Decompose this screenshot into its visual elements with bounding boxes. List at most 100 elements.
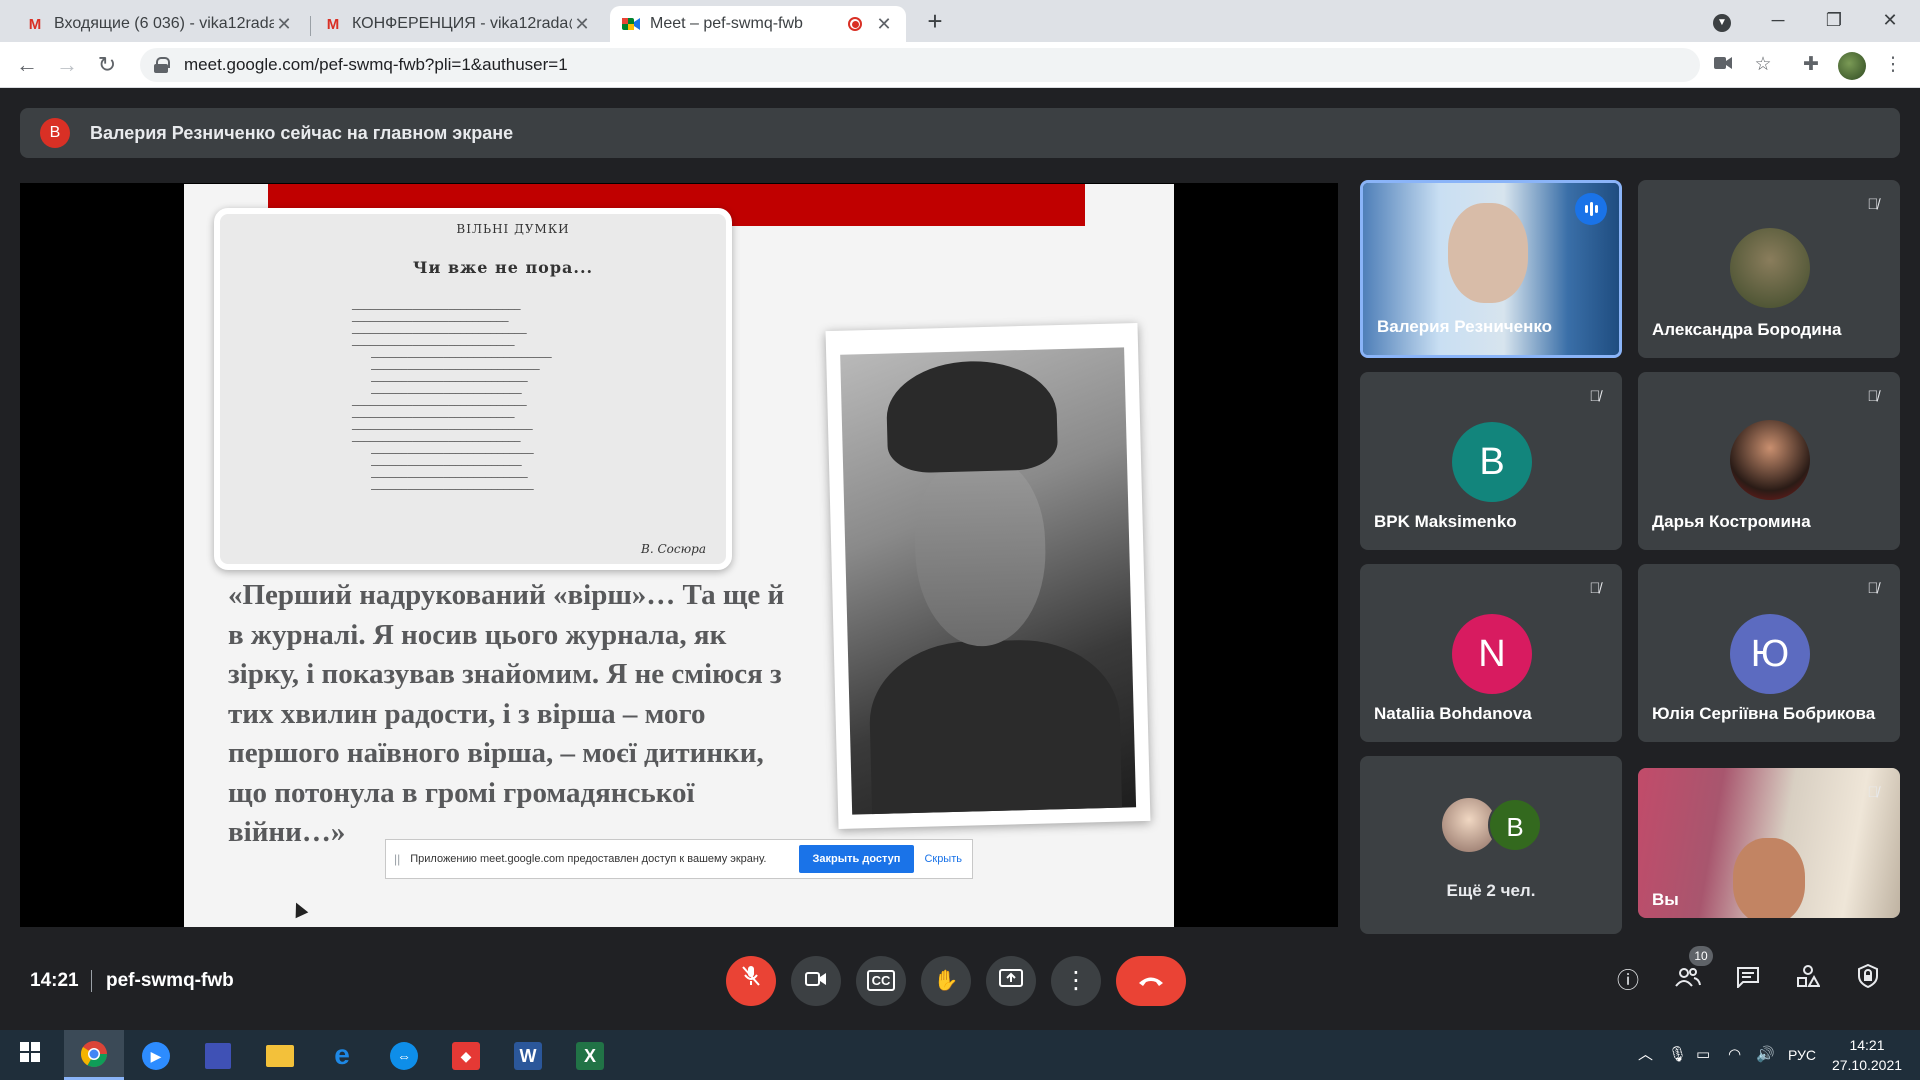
gmail-icon: M: [326, 15, 340, 33]
participant-name: Александра Бородина: [1652, 320, 1842, 339]
participant-avatar: B: [1452, 422, 1532, 502]
browser-tab-bar: M Входящие (6 036) - vika12rada@ ✕ M КОН…: [0, 0, 1920, 42]
mic-off-icon: 🎙̸: [1867, 196, 1879, 213]
more-participants-label: Ещё 2 чел.: [1446, 881, 1536, 900]
self-view-tile[interactable]: 🎙̸ Вы: [1638, 768, 1900, 918]
chat-icon[interactable]: [1728, 962, 1768, 1000]
profile-avatar[interactable]: [1838, 52, 1866, 80]
close-icon[interactable]: ✕: [274, 14, 294, 35]
meeting-code: pef-swmq-fwb: [106, 970, 234, 991]
portrait-photo: [825, 323, 1151, 829]
save-disk-taskbar-icon[interactable]: [188, 1030, 248, 1080]
minimize-icon[interactable]: ─: [1750, 0, 1806, 42]
participant-avatar: N: [1452, 614, 1532, 694]
tray-mic-icon[interactable]: 🎙: [1668, 1030, 1687, 1080]
participant-tile[interactable]: 🎙̸ Александра Бородина: [1638, 180, 1900, 358]
taskbar-clock[interactable]: 14:21 27.10.2021: [1822, 1035, 1912, 1075]
language-indicator[interactable]: РУС: [1788, 1030, 1816, 1080]
restore-icon[interactable]: ❐: [1806, 0, 1862, 42]
tab-title: Meet – pef-swmq-fwb: [650, 15, 803, 32]
close-icon[interactable]: ✕: [572, 14, 592, 35]
wifi-icon[interactable]: ◠: [1728, 1030, 1741, 1080]
present-screen-button[interactable]: [986, 956, 1036, 1006]
presentation-slide: ВІЛЬНІ ДУМКИ Чи вже не пора... ─────────…: [184, 184, 1174, 927]
meeting-info-icon[interactable]: ⓘ: [1608, 962, 1648, 1000]
more-participants-tile[interactable]: B Ещё 2 чел.: [1360, 756, 1622, 934]
tab-title: КОНФЕРЕНЦИЯ - vika12rada@g: [352, 15, 572, 32]
portrait-body-shape: [867, 637, 1123, 815]
zoom-taskbar-icon[interactable]: ▶: [126, 1030, 186, 1080]
mic-off-icon: 🎙̸: [1589, 580, 1601, 597]
bookmark-star-icon[interactable]: ☆: [1748, 50, 1778, 80]
participant-avatar: Ю: [1730, 614, 1810, 694]
taskbar-date: 27.10.2021: [1831, 1057, 1903, 1073]
speaking-indicator-icon: [1575, 193, 1607, 225]
battery-icon[interactable]: ▭: [1696, 1030, 1710, 1080]
lock-icon[interactable]: [154, 57, 170, 73]
reload-icon[interactable]: ↻: [92, 50, 122, 80]
captions-button[interactable]: CC: [856, 956, 906, 1006]
hide-notice-link[interactable]: Скрыть: [924, 853, 962, 865]
screen-share-message: Приложению meet.google.com предоставлен …: [410, 853, 767, 865]
menu-dots-icon[interactable]: ⋮: [1878, 50, 1908, 80]
participant-avatar: B: [1488, 798, 1542, 852]
volume-icon[interactable]: 🔊: [1756, 1030, 1775, 1080]
close-icon[interactable]: ✕: [874, 14, 894, 35]
anydesk-taskbar-icon[interactable]: ◆: [436, 1030, 496, 1080]
chrome-taskbar-icon[interactable]: [64, 1030, 124, 1080]
people-icon[interactable]: [1668, 962, 1708, 1000]
people-count-badge: 10: [1689, 946, 1713, 966]
tab-meet[interactable]: Meet – pef-swmq-fwb ✕: [610, 6, 906, 42]
host-controls-icon[interactable]: [1848, 962, 1888, 1000]
leave-call-button[interactable]: [1116, 956, 1186, 1006]
clipping-signature: В. Сосюра: [641, 542, 706, 556]
mic-toggle-button[interactable]: [726, 956, 776, 1006]
tab-title: Входящие (6 036) - vika12rada@: [54, 15, 274, 32]
drag-handle-icon[interactable]: ||: [394, 852, 400, 866]
mic-off-icon: 🎙̸: [1589, 388, 1601, 405]
browser-toolbar: ← → ↻ meet.google.com/pef-swmq-fwb?pli=1…: [0, 42, 1920, 88]
activities-icon[interactable]: [1788, 962, 1828, 1000]
portrait-cap-shape: [885, 359, 1059, 474]
participant-name: Nataliia Bohdanova: [1374, 704, 1532, 723]
stop-sharing-button[interactable]: Закрыть доступ: [798, 845, 915, 873]
word-taskbar-icon[interactable]: W: [498, 1030, 558, 1080]
participant-name: Юлія Сергіївна Бобрикова: [1652, 704, 1876, 723]
new-tab-button[interactable]: +: [920, 6, 950, 36]
participant-name: BPK Maksimenko: [1374, 512, 1517, 531]
camera-icon[interactable]: [1708, 50, 1738, 80]
participant-tile[interactable]: N 🎙̸ Nataliia Bohdanova: [1360, 564, 1622, 742]
more-options-button[interactable]: ⋮: [1051, 956, 1101, 1006]
close-window-icon[interactable]: ✕: [1862, 0, 1918, 42]
clipping-title: Чи вже не пора...: [412, 258, 594, 277]
back-arrow-icon[interactable]: ←: [12, 50, 42, 80]
excel-taskbar-icon[interactable]: X: [560, 1030, 620, 1080]
address-bar[interactable]: meet.google.com/pef-swmq-fwb?pli=1&authu…: [140, 48, 1700, 82]
mic-off-icon: 🎙̸: [1867, 388, 1879, 405]
forward-arrow-icon[interactable]: →: [52, 50, 82, 80]
participant-avatar: [1730, 228, 1810, 308]
edge-taskbar-icon[interactable]: e: [312, 1030, 372, 1080]
tab-search-icon[interactable]: ▼: [1694, 0, 1750, 42]
recording-icon: [848, 17, 862, 31]
participant-tile[interactable]: Ю 🎙̸ Юлія Сергіївна Бобрикова: [1638, 564, 1900, 742]
tab-gmail-inbox[interactable]: M Входящие (6 036) - vika12rada@ ✕: [14, 6, 306, 42]
teamviewer-taskbar-icon[interactable]: ⇔: [374, 1030, 434, 1080]
camera-toggle-button[interactable]: [791, 956, 841, 1006]
mic-off-icon: 🎙̸: [1867, 580, 1879, 597]
clipping-heading: ВІЛЬНІ ДУМКИ: [456, 222, 570, 236]
windows-start-icon[interactable]: [0, 1030, 60, 1080]
divider: [91, 970, 92, 992]
tray-expand-icon[interactable]: ︿: [1638, 1030, 1653, 1080]
participant-avatar: [1730, 420, 1810, 500]
gmail-icon: M: [28, 15, 42, 33]
tab-gmail-conference[interactable]: M КОНФЕРЕНЦИЯ - vika12rada@g ✕: [312, 6, 604, 42]
extensions-icon[interactable]: ✚: [1796, 50, 1826, 80]
file-explorer-taskbar-icon[interactable]: [250, 1030, 310, 1080]
participant-tile[interactable]: B 🎙̸ BPK Maksimenko: [1360, 372, 1622, 550]
presenter-banner: В Валерия Резниченко сейчас на главном э…: [20, 108, 1900, 158]
participant-tile[interactable]: 🎙̸ Дарья Костромина: [1638, 372, 1900, 550]
raise-hand-button[interactable]: ✋: [921, 956, 971, 1006]
participant-tile[interactable]: Валерия Резниченко: [1360, 180, 1622, 358]
meet-icon: [622, 15, 640, 33]
